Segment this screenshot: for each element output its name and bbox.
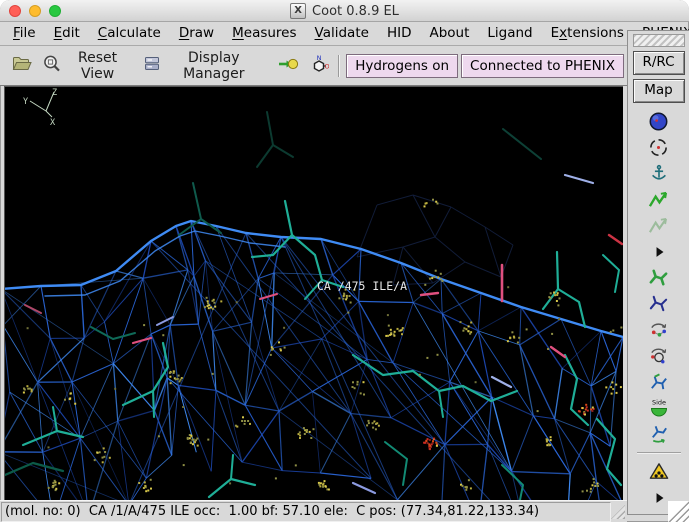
atom-label: CA /475 ILE/A — [317, 279, 407, 293]
statusbar-grip[interactable] — [611, 505, 625, 519]
menu-draw[interactable]: Draw — [170, 22, 223, 45]
mutate-residue-icon[interactable] — [643, 460, 675, 484]
right-toolbar: R/RC Map Side — [627, 30, 689, 515]
menu-edit[interactable]: Edit — [45, 22, 89, 45]
menu-extensions[interactable]: Extensions — [542, 22, 633, 45]
x11-icon: X — [290, 3, 307, 19]
phenix-connection-badge[interactable]: Connected to PHENIX — [461, 53, 624, 78]
display-manager-icon — [143, 55, 161, 77]
expand-more-icon[interactable] — [643, 240, 675, 264]
sidebar-icon-stack: Side — [628, 107, 689, 514]
menu-validate[interactable]: Validate — [306, 22, 378, 45]
edit-chi-angles-icon[interactable] — [643, 370, 675, 394]
green-arrow-ball-icon — [277, 55, 299, 77]
reset-view-button[interactable]: Reset View — [37, 48, 132, 84]
status-text: (mol. no: 0) CA /1/A/475 ILE occ: 1.00 b… — [5, 504, 540, 519]
display-manager-label: Display Manager — [183, 49, 245, 82]
svg-text:O: O — [325, 62, 330, 70]
titlebar[interactable]: X Coot 0.8.9 EL — [0, 0, 689, 22]
real-space-refine-icon[interactable] — [643, 188, 675, 212]
anchor-fix-atoms-icon[interactable] — [643, 162, 675, 186]
torsion-general-icon[interactable] — [643, 422, 675, 446]
ligand-icon: NO — [310, 54, 330, 78]
window-resize-grip[interactable] — [668, 501, 689, 522]
molecular-scene[interactable]: Z Y X CA /475 ILE/A — [5, 87, 623, 501]
title-wrap: X Coot 0.8.9 EL — [0, 0, 689, 22]
open-coordinates-button[interactable] — [7, 53, 37, 78]
menu-calculate[interactable]: Calculate — [89, 22, 170, 45]
regularize-zone-icon[interactable] — [643, 214, 675, 238]
rotate-translate-icon[interactable] — [643, 318, 675, 342]
svg-text:Y: Y — [23, 97, 28, 107]
window-title: Coot 0.8.9 EL — [312, 3, 399, 19]
rotamers-icon[interactable] — [643, 292, 675, 316]
svg-text:Z: Z — [52, 88, 57, 98]
map-button[interactable]: Map — [632, 78, 685, 103]
toolbar-drag-handle[interactable] — [632, 34, 685, 47]
sphere-refine-icon[interactable] — [643, 110, 675, 134]
statusbar: (mol. no: 0) CA /1/A/475 ILE occ: 1.00 b… — [0, 500, 627, 522]
hydrogens-status-badge[interactable]: Hydrogens on — [346, 53, 459, 78]
menu-about[interactable]: About — [420, 22, 478, 45]
flip-sidechain-180-icon[interactable]: Side — [643, 396, 675, 420]
reset-view-label: Reset View — [78, 49, 118, 82]
svg-text:X: X — [50, 118, 56, 128]
recentre-target-icon[interactable] — [643, 136, 675, 160]
menu-measures[interactable]: Measures — [223, 22, 305, 45]
sidebar-separator — [636, 451, 681, 454]
menu-file[interactable]: File — [4, 22, 45, 45]
magnifier-icon — [42, 54, 62, 78]
menubar: File Edit Calculate Draw Measures Validate HID… — [0, 22, 689, 46]
menu-hid[interactable]: HID — [378, 22, 421, 45]
svg-text:Side: Side — [651, 398, 665, 406]
go-to-atom-button[interactable] — [272, 53, 304, 79]
rotate-zone-icon[interactable] — [643, 344, 675, 368]
menu-ligand[interactable]: Ligand — [478, 22, 541, 45]
status-frame: (mol. no: 0) CA /1/A/475 ILE occ: 1.00 b… — [1, 501, 611, 522]
auto-fit-rotamer-icon[interactable] — [643, 266, 675, 290]
coot-window: X Coot 0.8.9 EL File Edit Calculate Draw Mea… — [0, 0, 689, 522]
gl-viewport[interactable]: Z Y X CA /475 ILE/A — [4, 86, 623, 501]
ligand-builder-button[interactable]: NO — [305, 52, 334, 80]
folder-icon — [12, 55, 32, 76]
toolbar: Reset View Display Manager NO Hydrogens … — [0, 46, 627, 86]
toolbar-separator — [338, 54, 341, 77]
refine-regularize-control-button[interactable]: R/RC — [632, 50, 685, 75]
display-manager-button[interactable]: Display Manager — [138, 48, 265, 84]
